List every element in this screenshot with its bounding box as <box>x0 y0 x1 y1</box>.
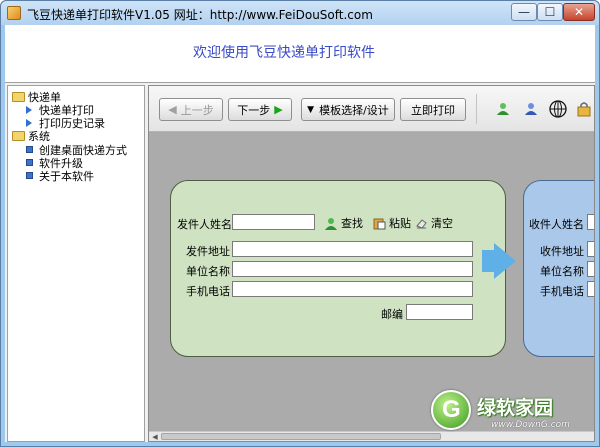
paste-icon <box>373 217 386 230</box>
print-now-label: 立即打印 <box>411 103 455 117</box>
back-arrow-icon: ◀ <box>168 103 177 116</box>
find-label: 查找 <box>341 217 363 230</box>
lock-icon[interactable] <box>575 100 593 118</box>
user-blue-icon[interactable] <box>522 100 540 118</box>
receiver-name-label: 收件人姓名 <box>529 218 584 231</box>
paste-label: 粘贴 <box>389 217 411 230</box>
forward-arrow-icon: ▶ <box>274 103 283 116</box>
template-select-label: 模板选择/设计 <box>319 103 389 117</box>
sender-address-label: 发件地址 <box>186 245 230 258</box>
app-icon <box>7 6 21 20</box>
scroll-left-icon[interactable]: ◀ <box>150 433 160 441</box>
scrollbar-thumb[interactable] <box>161 433 441 440</box>
prev-step-button[interactable]: ◀ 上一步 <box>159 98 223 121</box>
receiver-phone-label: 手机电话 <box>540 285 584 298</box>
sender-card: 发件人姓名 查找 粘贴 清空 发件地址 单位名称 手机电话 邮编 <box>170 180 506 357</box>
close-button[interactable]: ✕ <box>563 3 595 21</box>
maximize-button[interactable]: ☐ <box>537 3 563 21</box>
sender-phone-input[interactable] <box>232 281 473 297</box>
square-icon <box>26 159 33 166</box>
app-window: 飞豆快递单打印软件V1.05 网址：http://www.FeiDouSoft.… <box>0 0 600 447</box>
sender-phone-label: 手机电话 <box>186 285 230 298</box>
paste-button[interactable]: 粘贴 <box>373 215 411 231</box>
globe-icon[interactable] <box>549 100 567 118</box>
arrow-icon <box>26 118 32 127</box>
find-button[interactable]: 查找 <box>325 215 363 231</box>
receiver-address-input[interactable] <box>587 241 594 257</box>
arrow-icon <box>26 105 32 114</box>
toolbar: ◀ 上一步 下一步 ▶ ▼ 模板选择/设计 立即打印 <box>149 86 594 132</box>
watermark-text: 绿软家园 <box>477 397 554 419</box>
folder-icon <box>12 91 25 102</box>
client-area: 欢迎使用飞豆快递单打印软件 快递单 快递单打印 打印历史记录 系统 创建桌面快递… <box>5 25 595 442</box>
flow-arrow-icon <box>494 243 516 279</box>
tree-item-label: 关于本软件 <box>39 169 94 183</box>
next-step-button[interactable]: 下一步 ▶ <box>228 98 292 121</box>
navigation-tree: 快递单 快递单打印 打印历史记录 系统 创建桌面快递方式 软件升级 关于本软件 <box>7 85 145 442</box>
receiver-phone-input[interactable] <box>587 281 594 297</box>
print-now-button[interactable]: 立即打印 <box>400 98 466 121</box>
watermark-g-icon: G <box>431 390 471 430</box>
sender-address-input[interactable] <box>232 241 473 257</box>
receiver-company-input[interactable] <box>587 261 594 277</box>
watermark-logo: G 绿软家园 www.DownG.com <box>431 386 591 438</box>
sender-company-input[interactable] <box>232 261 473 277</box>
toolbar-separator <box>476 94 477 124</box>
sender-name-label: 发件人姓名 <box>177 218 232 231</box>
user-green-icon[interactable] <box>494 100 512 118</box>
sender-zip-label: 邮编 <box>381 308 403 321</box>
receiver-address-label: 收件地址 <box>540 245 584 258</box>
receiver-card: 收件人姓名 收件地址 单位名称 手机电话 <box>523 180 594 357</box>
square-icon <box>26 172 33 179</box>
welcome-text: 欢迎使用飞豆快递单打印软件 <box>193 45 375 61</box>
folder-icon <box>12 130 25 141</box>
sender-company-label: 单位名称 <box>186 265 230 278</box>
sender-zip-input[interactable] <box>406 304 473 320</box>
dropdown-icon: ▼ <box>307 104 315 115</box>
clear-label: 清空 <box>431 217 453 230</box>
find-user-icon <box>325 217 338 230</box>
tree-item-about[interactable]: 关于本软件 <box>24 169 94 183</box>
sender-name-input[interactable] <box>232 214 315 230</box>
eraser-icon <box>415 217 428 230</box>
welcome-banner: 欢迎使用飞豆快递单打印软件 <box>5 25 595 83</box>
window-title: 飞豆快递单打印软件V1.05 网址：http://www.FeiDouSoft.… <box>27 8 373 22</box>
minimize-button[interactable]: — <box>511 3 537 21</box>
receiver-company-label: 单位名称 <box>540 265 584 278</box>
template-select-button[interactable]: ▼ 模板选择/设计 <box>301 98 395 121</box>
tree-group-system[interactable]: 系统 <box>12 129 50 143</box>
clear-button[interactable]: 清空 <box>415 215 453 231</box>
prev-step-label: 上一步 <box>180 103 214 117</box>
receiver-name-input[interactable] <box>587 214 594 230</box>
square-icon <box>26 146 33 153</box>
next-step-label: 下一步 <box>237 103 271 117</box>
watermark-url: www.DownG.com <box>491 420 570 430</box>
title-bar[interactable]: 飞豆快递单打印软件V1.05 网址：http://www.FeiDouSoft.… <box>1 1 599 25</box>
